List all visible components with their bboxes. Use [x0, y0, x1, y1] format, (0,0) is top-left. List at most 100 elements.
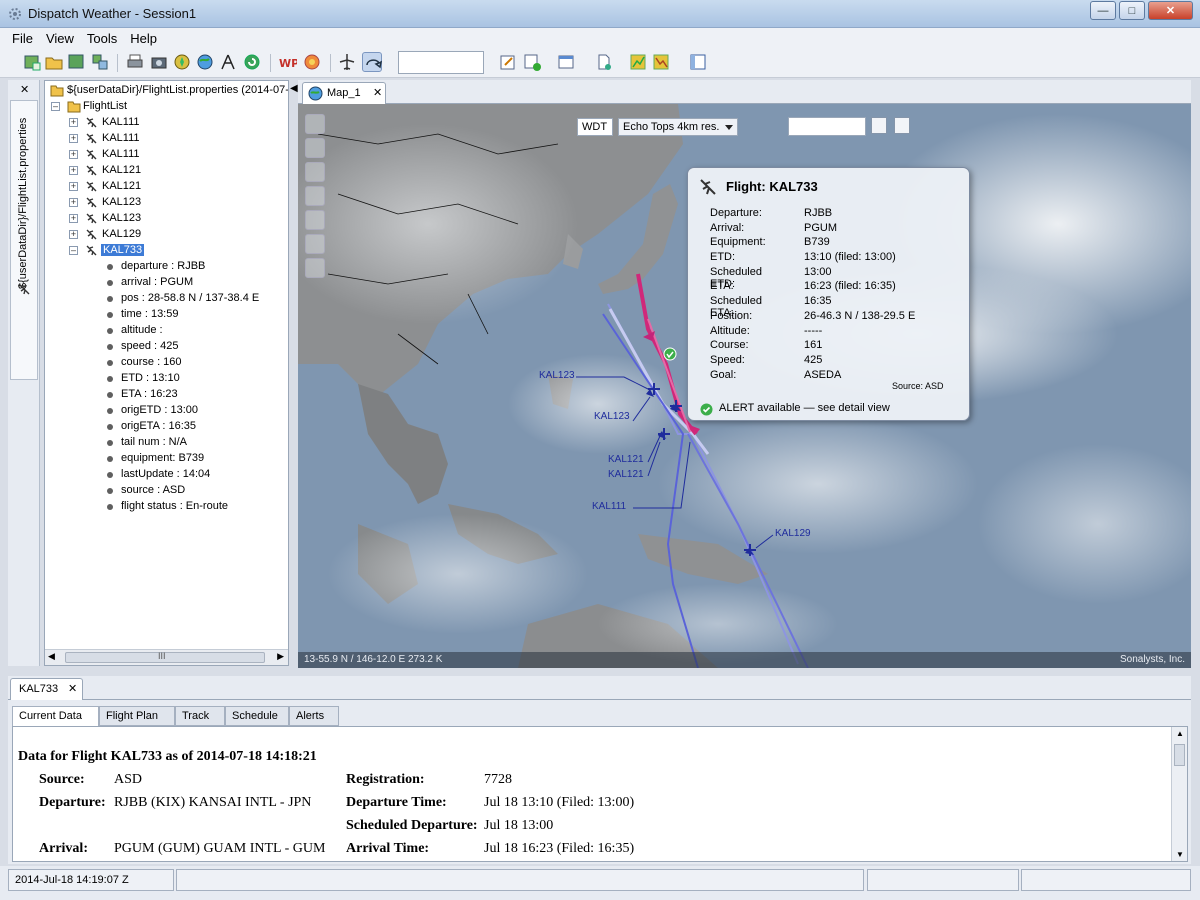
tree-flight[interactable]: + KAL111: [45, 131, 285, 147]
departure-label: Departure:: [39, 795, 106, 810]
tab-map-1[interactable]: Map_1 ✕: [302, 82, 386, 104]
layers-icon[interactable]: [305, 162, 325, 182]
scroll-down-icon[interactable]: ▼: [1176, 850, 1184, 859]
menu-file[interactable]: File: [0, 28, 37, 46]
open-folder-icon[interactable]: [44, 52, 64, 72]
refresh-icon[interactable]: [242, 52, 262, 72]
flight-label[interactable]: KAL123: [539, 370, 575, 381]
expand-icon[interactable]: +: [69, 182, 78, 191]
map-icon[interactable]: [66, 52, 86, 72]
globe-icon[interactable]: [195, 52, 215, 72]
tree-flight[interactable]: + KAL111: [45, 147, 285, 163]
chart-a-icon[interactable]: [628, 52, 648, 72]
wdt-field[interactable]: WDT: [577, 118, 613, 136]
tree-flight[interactable]: + KAL121: [45, 163, 285, 179]
grid-icon[interactable]: [894, 117, 910, 134]
map-coordinates: 13-55.9 N / 146-12.0 E 273.2 K: [304, 654, 443, 665]
tree-root[interactable]: ${userDataDir}/FlightList.properties (20…: [47, 83, 288, 99]
tree-flight[interactable]: + KAL123: [45, 211, 285, 227]
flight-label[interactable]: KAL121: [608, 454, 644, 465]
camera-icon[interactable]: [149, 52, 169, 72]
add-layer-icon[interactable]: [22, 52, 42, 72]
layer-select[interactable]: Echo Tops 4km res.: [618, 118, 738, 136]
attribute-label: lastUpdate : 14:04: [121, 468, 211, 480]
add-icon[interactable]: [522, 52, 542, 72]
expand-icon[interactable]: +: [69, 118, 78, 127]
tree-attribute: equipment: B739: [45, 451, 285, 467]
tree-folder[interactable]: – FlightList: [45, 99, 285, 115]
tab-schedule[interactable]: Schedule: [225, 706, 289, 726]
detail-vertical-scrollbar[interactable]: ▲ ▼: [1171, 727, 1187, 861]
scroll-thumb[interactable]: III: [65, 651, 265, 663]
tile-icon[interactable]: [90, 52, 110, 72]
popup-alert-link[interactable]: ALERT available — see detail view: [719, 402, 890, 414]
expand-icon[interactable]: +: [69, 166, 78, 175]
expand-icon[interactable]: +: [69, 230, 78, 239]
tab-kal733[interactable]: KAL733 ✕: [10, 678, 83, 700]
close-window-button[interactable]: ✕: [1148, 1, 1193, 20]
wp-icon[interactable]: WP: [277, 52, 299, 72]
expand-icon[interactable]: +: [69, 134, 78, 143]
zoom-out-icon[interactable]: [305, 258, 325, 278]
back-icon[interactable]: [305, 210, 325, 230]
menu-view[interactable]: View: [37, 28, 78, 46]
collapse-icon[interactable]: –: [69, 246, 78, 255]
edit-icon[interactable]: [498, 52, 518, 72]
zoom-box-icon[interactable]: [305, 138, 325, 158]
tree-flight[interactable]: + KAL129: [45, 227, 285, 243]
expand-icon[interactable]: +: [69, 150, 78, 159]
tree-horizontal-scrollbar[interactable]: ◀ III ▶: [45, 649, 288, 665]
tab-track[interactable]: Track: [175, 706, 225, 726]
flight-label[interactable]: KAL111: [592, 501, 626, 512]
scroll-right-icon[interactable]: ▶: [277, 651, 284, 662]
minimize-button[interactable]: —: [1090, 1, 1116, 20]
tab-alerts[interactable]: Alerts: [289, 706, 339, 726]
scroll-left-icon[interactable]: ◀: [48, 651, 55, 662]
tab-flightlist-properties[interactable]: ${userDataDir}/FlightList.properties: [10, 100, 38, 380]
loop-icon[interactable]: [362, 52, 383, 72]
menu-tools[interactable]: Tools: [78, 28, 121, 46]
collapse-panel-icon[interactable]: ◀: [290, 83, 298, 94]
tree-attribute: arrival : PGUM: [45, 275, 285, 291]
attribute-label: tail num : N/A: [121, 436, 188, 448]
detail-tab-label: KAL733: [19, 683, 59, 695]
scroll-up-icon[interactable]: ▲: [1176, 729, 1184, 738]
registration-value: 7728: [484, 772, 512, 787]
maximize-button[interactable]: □: [1119, 1, 1145, 20]
close-icon[interactable]: ✕: [68, 682, 77, 695]
weather-map[interactable]: WDT Echo Tops 4km res. KAL123 KAL123 KAL…: [298, 104, 1191, 668]
scroll-thumb[interactable]: [1174, 744, 1185, 766]
toolbar-search-field[interactable]: [398, 51, 484, 74]
close-icon[interactable]: ✕: [373, 86, 382, 99]
tab-current-data[interactable]: Current Data: [12, 706, 99, 727]
weather-icon[interactable]: [302, 52, 322, 72]
popup-row-value: 13:00: [804, 266, 832, 278]
home-icon[interactable]: [305, 186, 325, 206]
pan-icon[interactable]: [305, 114, 325, 134]
menu-help[interactable]: Help: [121, 28, 161, 46]
tree-flight[interactable]: + KAL123: [45, 195, 285, 211]
print-icon[interactable]: [125, 52, 145, 72]
expand-icon[interactable]: +: [69, 214, 78, 223]
flight-label[interactable]: KAL121: [608, 469, 644, 480]
map-search-field[interactable]: [788, 117, 866, 136]
document-icon[interactable]: [594, 52, 614, 72]
flight-label[interactable]: KAL123: [594, 411, 630, 422]
compass-icon[interactable]: [172, 52, 192, 72]
expand-icon[interactable]: +: [69, 198, 78, 207]
chart-b-icon[interactable]: [651, 52, 671, 72]
window-icon[interactable]: [556, 52, 576, 72]
list-icon[interactable]: [871, 117, 887, 134]
panel-icon[interactable]: [688, 52, 708, 72]
collapse-icon[interactable]: –: [51, 102, 60, 111]
bullet-icon: [107, 328, 113, 334]
zoom-in-icon[interactable]: [305, 234, 325, 254]
tree-flight[interactable]: + KAL111: [45, 115, 285, 131]
flight-label[interactable]: KAL129: [775, 528, 811, 539]
route-icon[interactable]: [218, 52, 238, 72]
tree-flight[interactable]: + KAL121: [45, 179, 285, 195]
tab-flight-plan[interactable]: Flight Plan: [99, 706, 175, 726]
close-icon[interactable]: ✕: [20, 83, 29, 96]
airplane-icon[interactable]: [337, 52, 357, 72]
tree-flight-selected[interactable]: – KAL733: [45, 243, 285, 259]
